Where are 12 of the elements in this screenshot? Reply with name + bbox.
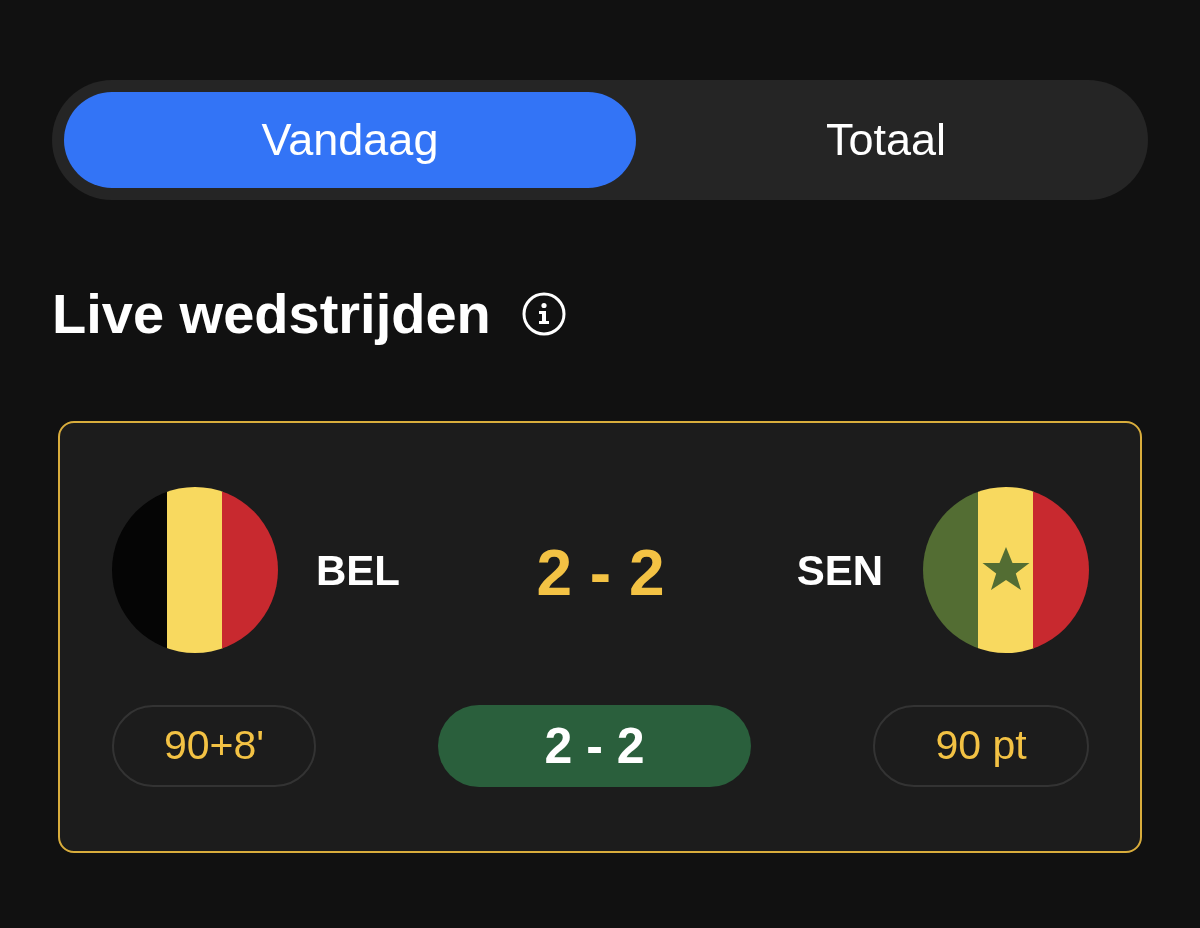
info-icon[interactable] (521, 292, 566, 336)
section-title: Live wedstrijden (52, 282, 491, 346)
team-code: SEN (796, 545, 883, 596)
live-score: 2 - 2 (536, 536, 665, 611)
match-minute: 90+8' (112, 705, 316, 787)
team-code: BEL (316, 545, 400, 596)
prediction-badge: 2 - 2 (438, 705, 751, 787)
tab[interactable]: Totaal (636, 92, 1136, 188)
tab[interactable]: Vandaag (64, 92, 636, 188)
flag-icon (923, 487, 1089, 653)
flag-icon (112, 487, 278, 653)
points-badge: 90 pt (873, 705, 1089, 787)
